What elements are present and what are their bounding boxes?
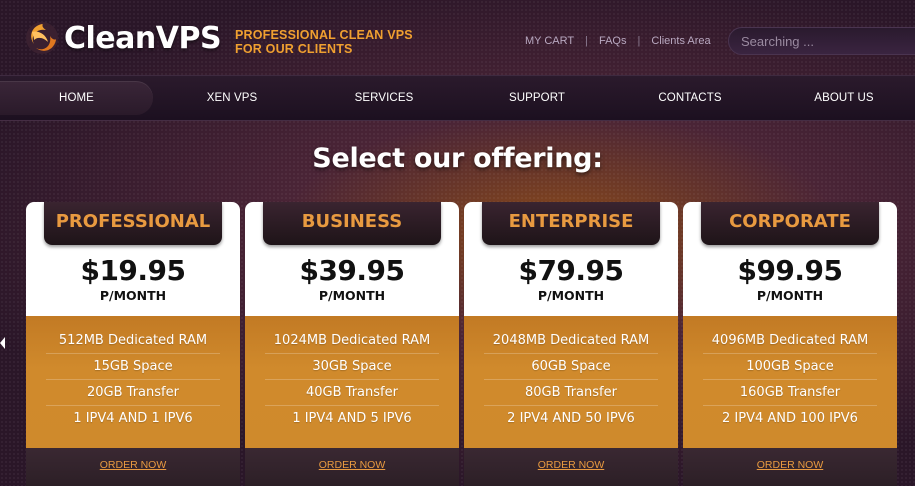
feature-ram: 1024MB Dedicated RAM: [265, 328, 439, 354]
feature-space: 30GB Space: [265, 354, 439, 380]
feature-ram: 512MB Dedicated RAM: [46, 328, 220, 354]
plan-period: P/MONTH: [318, 288, 386, 303]
plan-card-corporate: CORPORATE $99.95 P/MONTH 4096MB Dedicate…: [683, 202, 897, 486]
feature-transfer: 80GB Transfer: [484, 380, 658, 406]
plan-period: P/MONTH: [99, 288, 167, 303]
page-title: Select our offering:: [312, 143, 603, 174]
feature-ram: 2048MB Dedicated RAM: [484, 328, 658, 354]
plan-card-professional: PROFESSIONAL $19.95 P/MONTH 512MB Dedica…: [26, 202, 240, 486]
nav-support[interactable]: SUPPORT: [475, 76, 599, 120]
clients-area-link[interactable]: Clients Area: [651, 35, 710, 47]
feature-space: 15GB Space: [46, 354, 220, 380]
plan-price: $79.95: [518, 254, 624, 287]
my-cart-link[interactable]: MY CART: [525, 35, 574, 47]
plan-features: 512MB Dedicated RAM 15GB Space 20GB Tran…: [26, 316, 240, 448]
order-now-button[interactable]: ORDER NOW: [683, 459, 897, 471]
plan-features: 2048MB Dedicated RAM 60GB Space 80GB Tra…: [464, 316, 678, 448]
main-nav: HOME XEN VPS SERVICES SUPPORT CONTACTS A…: [0, 75, 915, 121]
feature-ram: 4096MB Dedicated RAM: [703, 328, 877, 354]
tagline-line-2: FOR OUR CLIENTS: [235, 42, 353, 56]
order-now-button[interactable]: ORDER NOW: [245, 459, 459, 471]
plan-price: $19.95: [80, 254, 186, 287]
tagline-line-1: PROFESSIONAL CLEAN VPS: [235, 28, 413, 42]
nav-home[interactable]: HOME: [0, 81, 153, 115]
separator: |: [637, 35, 641, 47]
nav-xen-vps[interactable]: XEN VPS: [170, 76, 294, 120]
plan-period: P/MONTH: [756, 288, 824, 303]
search-input[interactable]: [741, 28, 915, 54]
brand-name: CleanVPS: [64, 20, 222, 56]
feature-transfer: 160GB Transfer: [703, 380, 877, 406]
feature-ip: 2 IPV4 AND 50 IPV6: [507, 411, 635, 426]
plan-name: CORPORATE: [729, 211, 851, 232]
site-header: CleanVPS PROFESSIONAL CLEAN VPS FOR OUR …: [0, 0, 915, 75]
feature-transfer: 20GB Transfer: [46, 380, 220, 406]
plan-card-enterprise: ENTERPRISE $79.95 P/MONTH 2048MB Dedicat…: [464, 202, 678, 486]
top-links: MY CART | FAQs | Clients Area: [525, 35, 711, 47]
nav-about-us[interactable]: ABOUT US: [782, 76, 906, 120]
feature-space: 60GB Space: [484, 354, 658, 380]
plan-name: ENTERPRISE: [508, 211, 634, 232]
nav-services[interactable]: SERVICES: [322, 76, 446, 120]
logo[interactable]: CleanVPS: [24, 20, 222, 56]
order-now-button[interactable]: ORDER NOW: [464, 459, 678, 471]
feature-ip: 1 IPV4 AND 1 IPV6: [73, 411, 193, 426]
plan-name: PROFESSIONAL: [55, 211, 211, 232]
feature-transfer: 40GB Transfer: [265, 380, 439, 406]
plan-price: $39.95: [299, 254, 405, 287]
faqs-link[interactable]: FAQs: [599, 35, 627, 47]
plan-price: $99.95: [737, 254, 843, 287]
logo-swirl-icon: [26, 22, 58, 54]
feature-ip: 2 IPV4 AND 100 IPV6: [722, 411, 858, 426]
order-now-button[interactable]: ORDER NOW: [26, 459, 240, 471]
separator: |: [585, 35, 588, 47]
slider-prev-arrow-icon[interactable]: [0, 337, 5, 349]
search-box: [728, 27, 915, 55]
feature-space: 100GB Space: [703, 354, 877, 380]
plan-features: 1024MB Dedicated RAM 30GB Space 40GB Tra…: [245, 316, 459, 448]
plan-card-business: BUSINESS $39.95 P/MONTH 1024MB Dedicated…: [245, 202, 459, 486]
plan-features: 4096MB Dedicated RAM 100GB Space 160GB T…: [683, 316, 897, 448]
nav-contacts[interactable]: CONTACTS: [628, 76, 752, 120]
plan-period: P/MONTH: [537, 288, 605, 303]
plan-name: BUSINESS: [301, 211, 403, 232]
feature-ip: 1 IPV4 AND 5 IPV6: [292, 411, 412, 426]
tagline: PROFESSIONAL CLEAN VPS FOR OUR CLIENTS: [235, 28, 413, 56]
